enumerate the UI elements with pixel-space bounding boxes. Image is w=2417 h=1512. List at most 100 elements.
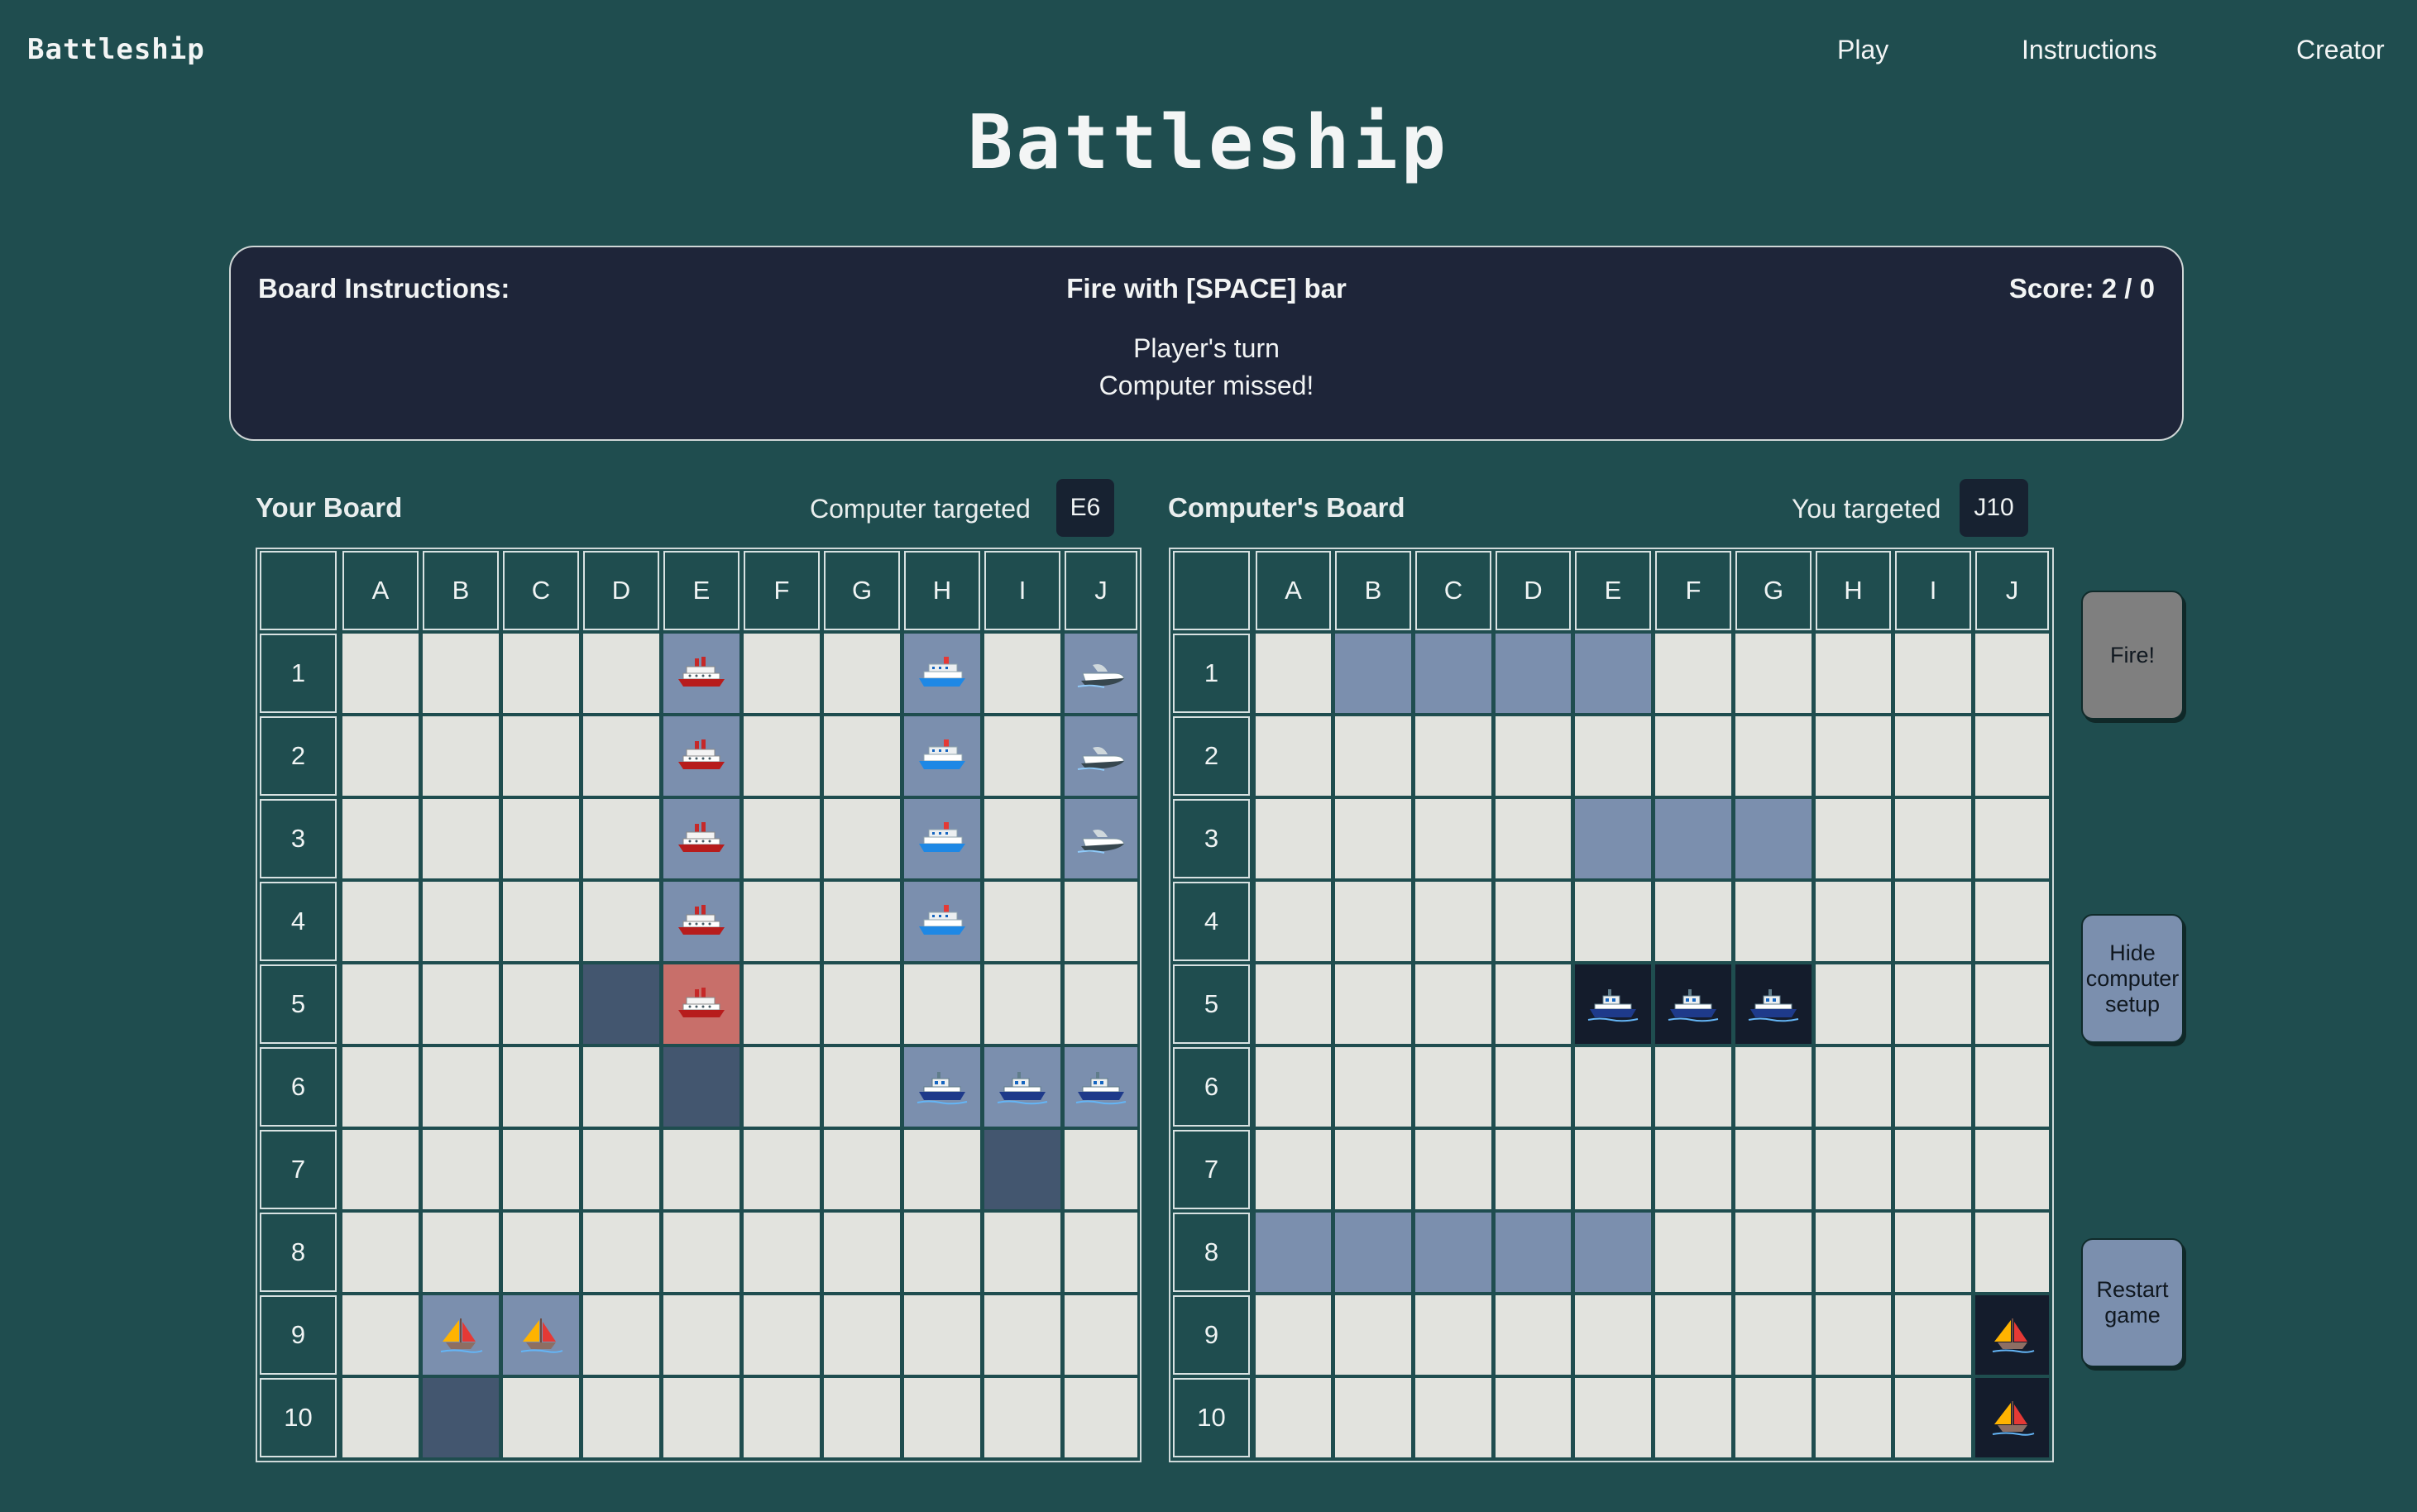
player-cell-h10[interactable] (904, 1378, 980, 1457)
computer-cell-j4[interactable] (1975, 882, 2049, 961)
computer-cell-b8[interactable] (1335, 1213, 1411, 1292)
player-cell-e4[interactable] (663, 882, 739, 961)
computer-cell-j10[interactable] (1975, 1378, 2049, 1457)
computer-cell-a6[interactable] (1256, 1047, 1331, 1127)
player-cell-b8[interactable] (423, 1213, 499, 1292)
player-cell-g4[interactable] (824, 882, 900, 961)
player-cell-e3[interactable] (663, 799, 739, 878)
computer-cell-a9[interactable] (1256, 1295, 1331, 1375)
player-cell-a2[interactable] (342, 716, 419, 796)
player-cell-g9[interactable] (824, 1295, 900, 1375)
computer-cell-j7[interactable] (1975, 1130, 2049, 1209)
computer-cell-i1[interactable] (1895, 634, 1971, 713)
player-cell-e9[interactable] (663, 1295, 739, 1375)
player-cell-e10[interactable] (663, 1378, 739, 1457)
player-cell-i5[interactable] (984, 964, 1060, 1044)
computer-cell-c7[interactable] (1415, 1130, 1491, 1209)
player-cell-a3[interactable] (342, 799, 419, 878)
player-cell-b2[interactable] (423, 716, 499, 796)
computer-cell-a3[interactable] (1256, 799, 1331, 878)
player-cell-d3[interactable] (583, 799, 659, 878)
player-cell-j3[interactable] (1065, 799, 1137, 878)
player-cell-d4[interactable] (583, 882, 659, 961)
computer-cell-f3[interactable] (1655, 799, 1731, 878)
player-cell-j4[interactable] (1065, 882, 1137, 961)
computer-cell-c5[interactable] (1415, 964, 1491, 1044)
player-cell-a7[interactable] (342, 1130, 419, 1209)
computer-cell-a4[interactable] (1256, 882, 1331, 961)
player-cell-i7[interactable] (984, 1130, 1060, 1209)
computer-cell-j6[interactable] (1975, 1047, 2049, 1127)
player-cell-g6[interactable] (824, 1047, 900, 1127)
computer-cell-g8[interactable] (1735, 1213, 1812, 1292)
fire-button[interactable]: Fire! (2081, 591, 2184, 720)
computer-cell-a2[interactable] (1256, 716, 1331, 796)
player-cell-h4[interactable] (904, 882, 980, 961)
computer-cell-f9[interactable] (1655, 1295, 1731, 1375)
computer-cell-f10[interactable] (1655, 1378, 1731, 1457)
player-cell-g2[interactable] (824, 716, 900, 796)
player-cell-c7[interactable] (503, 1130, 579, 1209)
player-cell-d6[interactable] (583, 1047, 659, 1127)
computer-cell-g2[interactable] (1735, 716, 1812, 796)
player-cell-f8[interactable] (744, 1213, 820, 1292)
player-cell-c6[interactable] (503, 1047, 579, 1127)
player-cell-i6[interactable] (984, 1047, 1060, 1127)
computer-cell-g5[interactable] (1735, 964, 1812, 1044)
computer-cell-e6[interactable] (1575, 1047, 1651, 1127)
player-cell-f4[interactable] (744, 882, 820, 961)
computer-cell-e5[interactable] (1575, 964, 1651, 1044)
player-cell-d9[interactable] (583, 1295, 659, 1375)
computer-cell-i3[interactable] (1895, 799, 1971, 878)
player-cell-d8[interactable] (583, 1213, 659, 1292)
computer-cell-j9[interactable] (1975, 1295, 2049, 1375)
computer-cell-f2[interactable] (1655, 716, 1731, 796)
computer-cell-b3[interactable] (1335, 799, 1411, 878)
player-cell-d7[interactable] (583, 1130, 659, 1209)
player-cell-j10[interactable] (1065, 1378, 1137, 1457)
computer-cell-i4[interactable] (1895, 882, 1971, 961)
computer-cell-e3[interactable] (1575, 799, 1651, 878)
computer-cell-c8[interactable] (1415, 1213, 1491, 1292)
computer-cell-i8[interactable] (1895, 1213, 1971, 1292)
player-cell-c2[interactable] (503, 716, 579, 796)
player-cell-j5[interactable] (1065, 964, 1137, 1044)
computer-cell-d7[interactable] (1496, 1130, 1571, 1209)
computer-cell-f5[interactable] (1655, 964, 1731, 1044)
player-cell-i10[interactable] (984, 1378, 1060, 1457)
player-cell-c3[interactable] (503, 799, 579, 878)
computer-cell-a5[interactable] (1256, 964, 1331, 1044)
computer-cell-b5[interactable] (1335, 964, 1411, 1044)
player-cell-a6[interactable] (342, 1047, 419, 1127)
player-cell-c8[interactable] (503, 1213, 579, 1292)
computer-cell-h1[interactable] (1816, 634, 1891, 713)
computer-cell-d4[interactable] (1496, 882, 1571, 961)
computer-cell-c4[interactable] (1415, 882, 1491, 961)
computer-cell-d10[interactable] (1496, 1378, 1571, 1457)
player-cell-g1[interactable] (824, 634, 900, 713)
player-cell-i1[interactable] (984, 634, 1060, 713)
player-cell-c4[interactable] (503, 882, 579, 961)
player-cell-j7[interactable] (1065, 1130, 1137, 1209)
player-cell-f10[interactable] (744, 1378, 820, 1457)
nav-link-creator[interactable]: Creator (2296, 35, 2385, 65)
player-cell-b7[interactable] (423, 1130, 499, 1209)
player-cell-i4[interactable] (984, 882, 1060, 961)
computer-cell-g3[interactable] (1735, 799, 1812, 878)
nav-link-instructions[interactable]: Instructions (2022, 35, 2157, 65)
player-cell-a10[interactable] (342, 1378, 419, 1457)
computer-cell-c3[interactable] (1415, 799, 1491, 878)
player-cell-g10[interactable] (824, 1378, 900, 1457)
computer-cell-i7[interactable] (1895, 1130, 1971, 1209)
computer-cell-b7[interactable] (1335, 1130, 1411, 1209)
player-cell-i8[interactable] (984, 1213, 1060, 1292)
player-cell-a9[interactable] (342, 1295, 419, 1375)
computer-cell-e1[interactable] (1575, 634, 1651, 713)
computer-cell-f4[interactable] (1655, 882, 1731, 961)
player-cell-b4[interactable] (423, 882, 499, 961)
computer-cell-h2[interactable] (1816, 716, 1891, 796)
player-cell-a1[interactable] (342, 634, 419, 713)
player-cell-h8[interactable] (904, 1213, 980, 1292)
computer-cell-f6[interactable] (1655, 1047, 1731, 1127)
player-cell-d2[interactable] (583, 716, 659, 796)
